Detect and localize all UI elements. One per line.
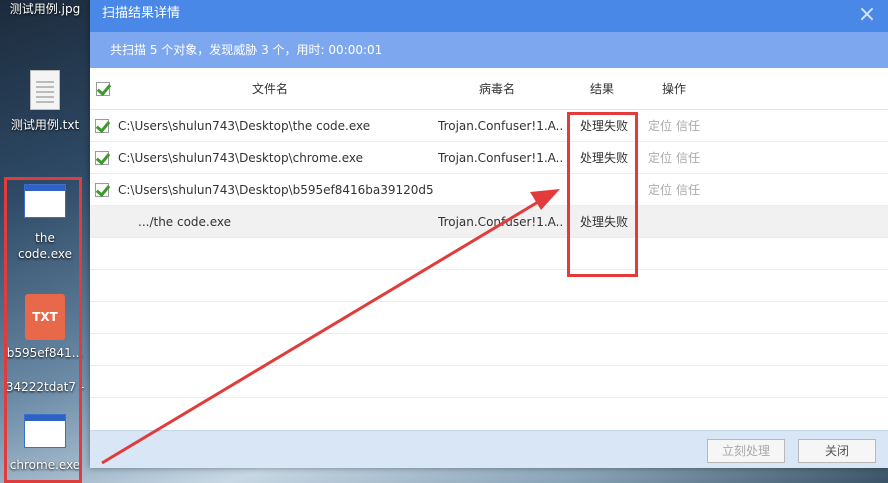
desktop-item-label: 测试用例.jpg bbox=[9, 2, 81, 16]
table-row[interactable]: C:\Users\shulun743\Desktop\chrome.exe Tr… bbox=[90, 142, 888, 174]
annotation-box-results bbox=[567, 112, 638, 277]
column-header-virus: 病毒名 bbox=[479, 82, 516, 96]
scan-summary: 共扫描 5 个对象，发现威胁 3 个，用时: 00:00:01 bbox=[90, 32, 888, 68]
dialog-title-bar[interactable]: 扫描结果详情 × bbox=[90, 0, 888, 32]
table-row-empty bbox=[90, 302, 888, 334]
table-row[interactable]: C:\Users\shulun743\Desktop\the code.exe … bbox=[90, 110, 888, 142]
table-row-empty bbox=[90, 270, 888, 302]
result-table: C:\Users\shulun743\Desktop\the code.exe … bbox=[90, 110, 888, 398]
dialog-footer: 立刻处理 关闭 bbox=[90, 430, 888, 468]
table-row-empty bbox=[90, 334, 888, 366]
table-row-empty bbox=[90, 238, 888, 270]
text-file-icon bbox=[30, 70, 60, 110]
row-checkbox[interactable] bbox=[95, 119, 109, 133]
select-all-checkbox[interactable] bbox=[96, 82, 110, 96]
annotation-box-desktop bbox=[4, 177, 82, 483]
close-button[interactable]: 关闭 bbox=[798, 439, 876, 463]
column-header-file: 文件名 bbox=[252, 82, 289, 96]
scan-result-dialog: 扫描结果详情 × 共扫描 5 个对象，发现威胁 3 个，用时: 00:00:01… bbox=[90, 0, 888, 468]
row-ops: 定位 信任 bbox=[648, 142, 718, 174]
row-file-path: .../the code.exe bbox=[138, 215, 232, 229]
column-header-ops: 操作 bbox=[662, 82, 687, 96]
row-ops: 定位 信任 bbox=[648, 174, 718, 206]
trust-link[interactable]: 信任 bbox=[676, 119, 700, 133]
table-header: 文件名 病毒名 结果 操作 bbox=[90, 68, 888, 110]
row-file-path: C:\Users\shulun743\Desktop\b595ef8416ba3… bbox=[118, 183, 433, 197]
desktop-item-label: 测试用例.txt bbox=[10, 118, 80, 132]
locate-link[interactable]: 定位 bbox=[648, 151, 672, 165]
table-row-sub[interactable]: .../the code.exe Trojan.Confuser!1.A... … bbox=[90, 206, 888, 238]
row-checkbox[interactable] bbox=[95, 151, 109, 165]
row-ops: 定位 信任 bbox=[648, 110, 718, 142]
desktop-item-txt[interactable]: 测试用例.txt bbox=[0, 70, 90, 133]
trust-link[interactable]: 信任 bbox=[676, 183, 700, 197]
locate-link[interactable]: 定位 bbox=[648, 119, 672, 133]
row-virus-name bbox=[438, 174, 564, 206]
table-row[interactable]: C:\Users\shulun743\Desktop\b595ef8416ba3… bbox=[90, 174, 888, 206]
row-checkbox[interactable] bbox=[95, 183, 109, 197]
close-icon[interactable]: × bbox=[856, 4, 878, 26]
row-virus-name: Trojan.Confuser!1.A... bbox=[438, 151, 564, 165]
dialog-title: 扫描结果详情 bbox=[102, 6, 181, 21]
row-virus-name: Trojan.Confuser!1.A... bbox=[438, 215, 564, 229]
table-row-empty bbox=[90, 366, 888, 398]
process-now-button[interactable]: 立刻处理 bbox=[707, 439, 785, 463]
row-file-path: C:\Users\shulun743\Desktop\chrome.exe bbox=[118, 151, 363, 165]
row-file-path: C:\Users\shulun743\Desktop\the code.exe bbox=[118, 119, 371, 133]
row-virus-name: Trojan.Confuser!1.A... bbox=[438, 119, 564, 133]
trust-link[interactable]: 信任 bbox=[676, 151, 700, 165]
locate-link[interactable]: 定位 bbox=[648, 183, 672, 197]
desktop-item-jpg[interactable]: 测试用例.jpg bbox=[0, 0, 90, 17]
column-header-result: 结果 bbox=[590, 82, 615, 96]
